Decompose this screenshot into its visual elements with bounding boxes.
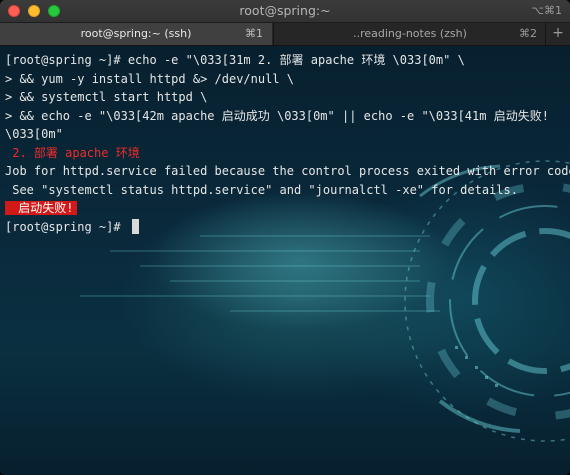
window-title: root@spring:~ (239, 3, 331, 18)
text-cursor (131, 218, 139, 234)
tab-label: root@spring:~ (ssh) (80, 27, 192, 40)
terminal-line: > && echo -e "\033[42m apache 启动成功 \033[… (5, 108, 549, 123)
terminal-output[interactable]: [root@spring ~]# echo -e "\033[31m 2. 部署… (0, 46, 570, 475)
error-hint: See "systemctl status httpd.service" and… (5, 182, 518, 197)
tab-ssh[interactable]: root@spring:~ (ssh) ⌘1 (0, 23, 272, 45)
terminal-line: > && systemctl start httpd \ (5, 90, 208, 104)
failure-banner: 启动失败! (5, 201, 78, 215)
terminal-lines: [root@spring ~]# echo -e "\033[31m 2. 部署… (5, 51, 570, 236)
tab-zsh[interactable]: ..reading-notes (zsh) ⌘2 (273, 23, 546, 45)
tab-shortcut: ⌘1 (245, 27, 263, 40)
step-heading: 2. 部署 apache 环境 (5, 145, 140, 160)
new-tab-button[interactable]: + (545, 23, 570, 45)
error-message: Job for httpd.service failed because the… (5, 164, 570, 178)
window-shortcut: ⌥⌘1 (531, 4, 562, 17)
shell-prompt: [root@spring ~]# (5, 219, 128, 234)
terminal-line: [root@spring ~]# echo -e "\033[31m 2. 部署… (5, 53, 465, 67)
tab-shortcut: ⌘2 (519, 27, 537, 40)
tab-label: ..reading-notes (zsh) (353, 27, 467, 40)
title-bar[interactable]: root@spring:~ ⌥⌘1 (0, 0, 570, 23)
terminal-window: root@spring:~ ⌥⌘1 root@spring:~ (ssh) ⌘1… (0, 0, 570, 475)
terminal-line: > && yum -y install httpd &> /dev/null \ (5, 71, 294, 86)
tab-bar: root@spring:~ (ssh) ⌘1 ..reading-notes (… (0, 23, 570, 46)
terminal-line: \033[0m" (5, 127, 63, 141)
